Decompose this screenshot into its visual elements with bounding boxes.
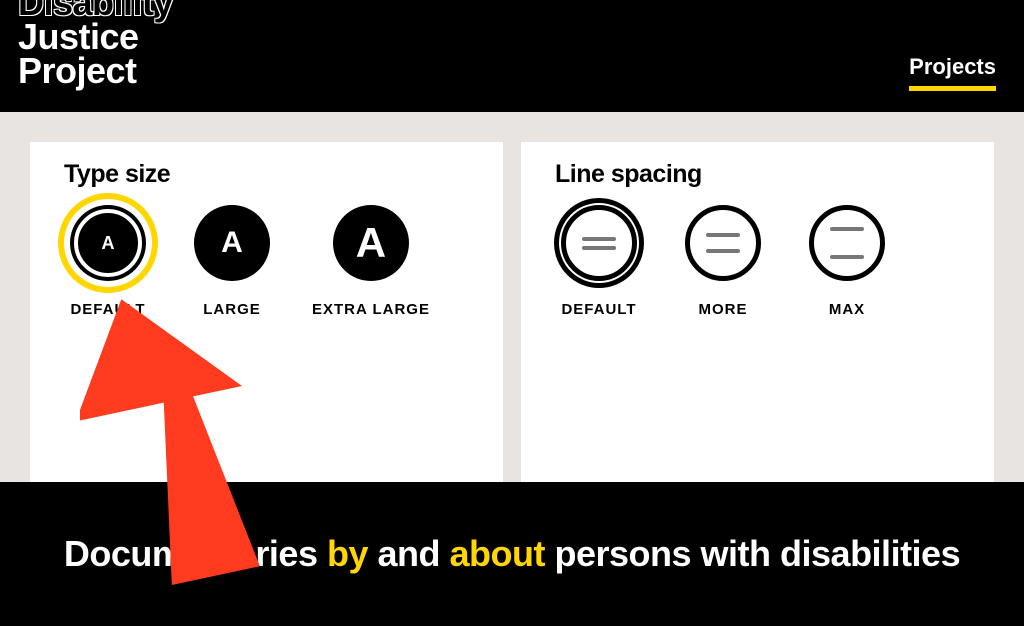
line-spacing-options: DEFAULT MORE MAX — [555, 199, 960, 318]
type-size-default-label: DEFAULT — [70, 301, 145, 318]
type-size-xl-label: EXTRA LARGE — [312, 301, 430, 318]
tagline-highlight-by: by — [327, 533, 368, 574]
tagline-part-2: and — [368, 533, 450, 574]
type-size-title: Type size — [64, 160, 469, 189]
type-size-option-extra-large[interactable]: A EXTRA LARGE — [312, 199, 430, 318]
logo-line-3: Project — [18, 54, 173, 88]
lines-icon — [809, 205, 885, 281]
line-spacing-option-max[interactable]: MAX — [803, 199, 891, 318]
tagline-part-3: persons with disabilities — [545, 533, 960, 574]
site-logo[interactable]: Disability Justice Project — [18, 0, 173, 89]
line-spacing-default-circle — [555, 199, 643, 287]
line-spacing-option-default[interactable]: DEFAULT — [555, 199, 643, 318]
line-spacing-more-label: MORE — [699, 301, 748, 318]
site-header: Disability Justice Project Projects — [0, 0, 1024, 112]
lines-icon — [561, 205, 637, 281]
line-spacing-more-circle — [679, 199, 767, 287]
tagline-part-1: Documentaries — [64, 533, 327, 574]
type-size-options: A DEFAULT A LARGE A EX — [64, 199, 469, 318]
type-size-default-circle: A — [64, 199, 152, 287]
nav-projects-link[interactable]: Projects — [909, 54, 996, 91]
tagline-text: Documentaries by and about persons with … — [64, 533, 960, 575]
letter-a-icon: A — [333, 205, 409, 281]
type-size-option-large[interactable]: A LARGE — [188, 199, 276, 318]
lines-icon — [685, 205, 761, 281]
line-spacing-panel: Line spacing DEFAULT MORE — [521, 142, 994, 482]
type-size-large-circle: A — [188, 199, 276, 287]
logo-line-2: Justice — [18, 20, 173, 54]
accessibility-settings-band: Type size A DEFAULT A LARGE — [0, 112, 1024, 482]
type-size-panel: Type size A DEFAULT A LARGE — [30, 142, 503, 482]
line-spacing-max-label: MAX — [829, 301, 865, 318]
tagline-band: Documentaries by and about persons with … — [0, 482, 1024, 626]
line-spacing-option-more[interactable]: MORE — [679, 199, 767, 318]
line-spacing-title: Line spacing — [555, 160, 960, 189]
letter-a-icon: A — [70, 205, 146, 281]
type-size-large-label: LARGE — [203, 301, 261, 318]
tagline-highlight-about: about — [450, 533, 545, 574]
line-spacing-default-label: DEFAULT — [561, 301, 636, 318]
type-size-xl-circle: A — [327, 199, 415, 287]
type-size-option-default[interactable]: A DEFAULT — [64, 199, 152, 318]
letter-a-icon: A — [194, 205, 270, 281]
line-spacing-max-circle — [803, 199, 891, 287]
